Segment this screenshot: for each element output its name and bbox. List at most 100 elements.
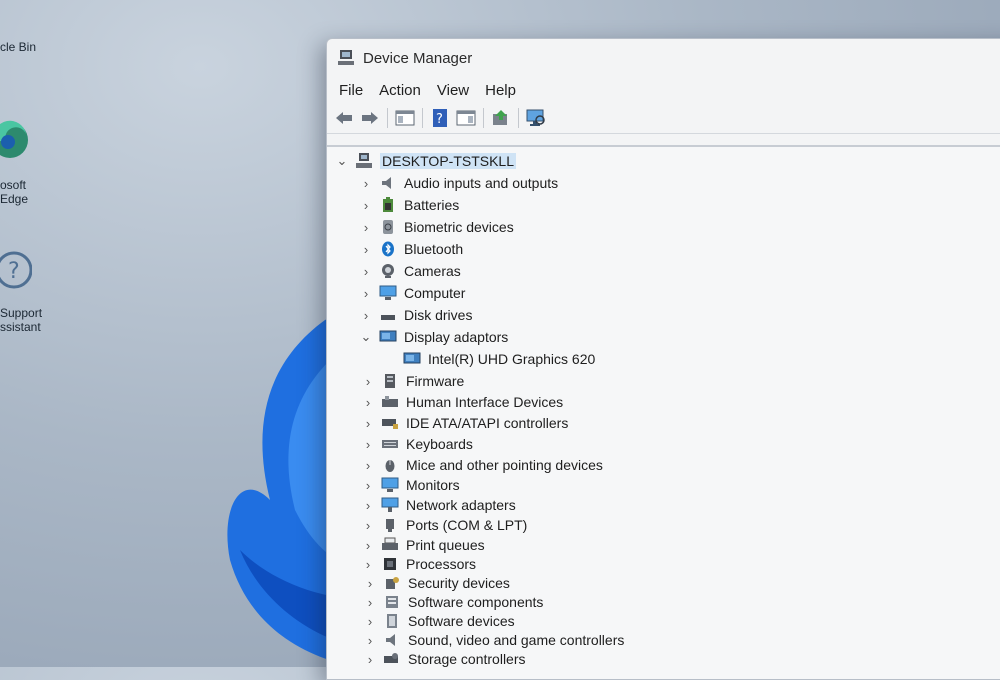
chevron-down-icon[interactable]: ⌄ [335,153,349,169]
chevron-right-icon[interactable]: › [359,286,373,301]
help-book-icon: ? [433,109,447,127]
tree-item-print-queues[interactable]: › Print queues [361,535,485,555]
tree-item-label: Monitors [406,477,460,493]
display-icon [379,328,397,346]
ide-icon [381,414,399,432]
mouse-icon [381,456,399,474]
help-icon[interactable]: ? [0,246,32,290]
chevron-right-icon[interactable]: › [361,395,375,410]
tree-item-display-adaptors[interactable]: ⌄ Display adaptors [359,327,509,347]
title-bar[interactable]: Device Manager [327,39,1000,77]
update-driver-button[interactable] [490,107,512,129]
scan-hardware-icon [526,109,545,126]
display-adapter-icon [403,350,421,368]
tree-device-label: Intel(R) UHD Graphics 620 [428,351,596,367]
show-hide-console-tree-button[interactable] [394,107,416,129]
tree-item-label: Human Interface Devices [406,394,564,410]
menu-bar: File Action View Help [327,77,1000,103]
scan-hardware-button[interactable] [525,107,547,129]
chevron-right-icon[interactable]: › [363,614,377,629]
edge-icon[interactable] [0,120,30,164]
chevron-right-icon[interactable]: › [363,652,377,667]
tree-item-sound-video[interactable]: › Sound, video and game controllers [363,630,625,650]
tree-item-storage-controllers[interactable]: › Storage controllers [363,649,526,669]
chevron-right-icon[interactable]: › [361,557,375,572]
camera-icon [379,262,397,280]
desktop-icon-support[interactable]: Support ssistant [0,306,60,334]
tree-item-label: Ports (COM & LPT) [406,517,528,533]
hid-icon [381,393,399,411]
fingerprint-icon [379,218,397,236]
console-tree-icon [395,110,415,126]
tree-item-network[interactable]: › Network adapters [361,495,516,515]
tree-item-ide-ata[interactable]: › IDE ATA/ATAPI controllers [361,413,569,433]
menu-action[interactable]: Action [371,82,429,99]
tree-item-label: Biometric devices [404,219,514,235]
desktop-icon-edge[interactable]: osoft Edge [0,178,60,206]
tree-item-keyboards[interactable]: › Keyboards [361,434,473,454]
tree-item-ports[interactable]: › Ports (COM & LPT) [361,515,528,535]
tree-item-bluetooth[interactable]: › Bluetooth [359,239,463,259]
menu-help[interactable]: Help [477,82,524,99]
chevron-right-icon[interactable]: › [361,416,375,431]
back-button[interactable] [333,107,355,129]
chevron-right-icon[interactable]: › [361,498,375,513]
chevron-right-icon[interactable]: › [359,220,373,235]
menu-file[interactable]: File [331,82,371,99]
tree-item-label: Firmware [406,373,465,389]
chevron-right-icon[interactable]: › [359,176,373,191]
tree-device-intel-uhd-620[interactable]: Intel(R) UHD Graphics 620 [403,349,595,369]
tree-item-software-components[interactable]: › Software components [363,592,544,612]
tree-item-computer[interactable]: › Computer [359,283,466,303]
help-button[interactable]: ? [429,107,451,129]
chevron-right-icon[interactable]: › [361,518,375,533]
chevron-right-icon[interactable]: › [361,478,375,493]
tree-item-disk-drives[interactable]: › Disk drives [359,305,473,325]
tree-item-firmware[interactable]: › Firmware [361,371,465,391]
tree-item-label: Network adapters [406,497,516,513]
tree-item-label: Keyboards [406,436,473,452]
chevron-right-icon[interactable]: › [361,374,375,389]
tree-item-batteries[interactable]: › Batteries [359,195,459,215]
chevron-right-icon[interactable]: › [359,198,373,213]
root-computer-name: DESKTOP-TSTSKLL [380,153,517,169]
chevron-right-icon[interactable]: › [363,595,377,610]
tree-item-processors[interactable]: › Processors [361,554,476,574]
window-title: Device Manager [363,49,473,67]
tree-item-label: Cameras [404,263,461,279]
tree-item-monitors[interactable]: › Monitors [361,475,460,495]
speaker-icon [379,174,397,192]
properties-button[interactable] [455,107,477,129]
tree-item-software-devices[interactable]: › Software devices [363,611,515,631]
tree-item-mice[interactable]: › Mice and other pointing devices [361,455,603,475]
desktop-icon-label: osoft Edge [0,178,29,206]
toolbar-separator [483,108,484,128]
chevron-right-icon[interactable]: › [363,576,377,591]
bluetooth-icon [379,240,397,258]
tree-item-biometric[interactable]: › Biometric devices [359,217,514,237]
device-manager-window: Device Manager File Action View Help ? ⌄… [326,38,1000,680]
chevron-right-icon[interactable]: › [359,308,373,323]
chevron-right-icon[interactable]: › [361,538,375,553]
chevron-down-icon[interactable]: ⌄ [359,329,373,345]
chevron-right-icon[interactable]: › [359,242,373,257]
chevron-right-icon[interactable]: › [359,264,373,279]
chevron-right-icon[interactable]: › [361,437,375,452]
tree-item-label: Storage controllers [408,651,526,667]
chevron-right-icon[interactable]: › [361,458,375,473]
menu-view[interactable]: View [429,82,477,99]
disk-icon [379,306,397,324]
tree-root[interactable]: ⌄ DESKTOP-TSTSKLL [335,151,517,171]
chevron-right-icon[interactable]: › [363,633,377,648]
update-driver-icon [493,110,507,125]
tree-item-security[interactable]: › Security devices [363,573,510,593]
tree-item-hid[interactable]: › Human Interface Devices [361,392,563,412]
tree-item-label: Security devices [408,575,510,591]
tree-item-audio[interactable]: › Audio inputs and outputs [359,173,558,193]
toolbar-separator [518,108,519,128]
desktop-icon-recycle-bin[interactable]: cle Bin [0,40,60,54]
tree-item-label: Software devices [408,613,515,629]
device-tree: ⌄ DESKTOP-TSTSKLL › Audio inputs and out… [327,145,1000,679]
forward-button[interactable] [359,107,381,129]
tree-item-cameras[interactable]: › Cameras [359,261,461,281]
